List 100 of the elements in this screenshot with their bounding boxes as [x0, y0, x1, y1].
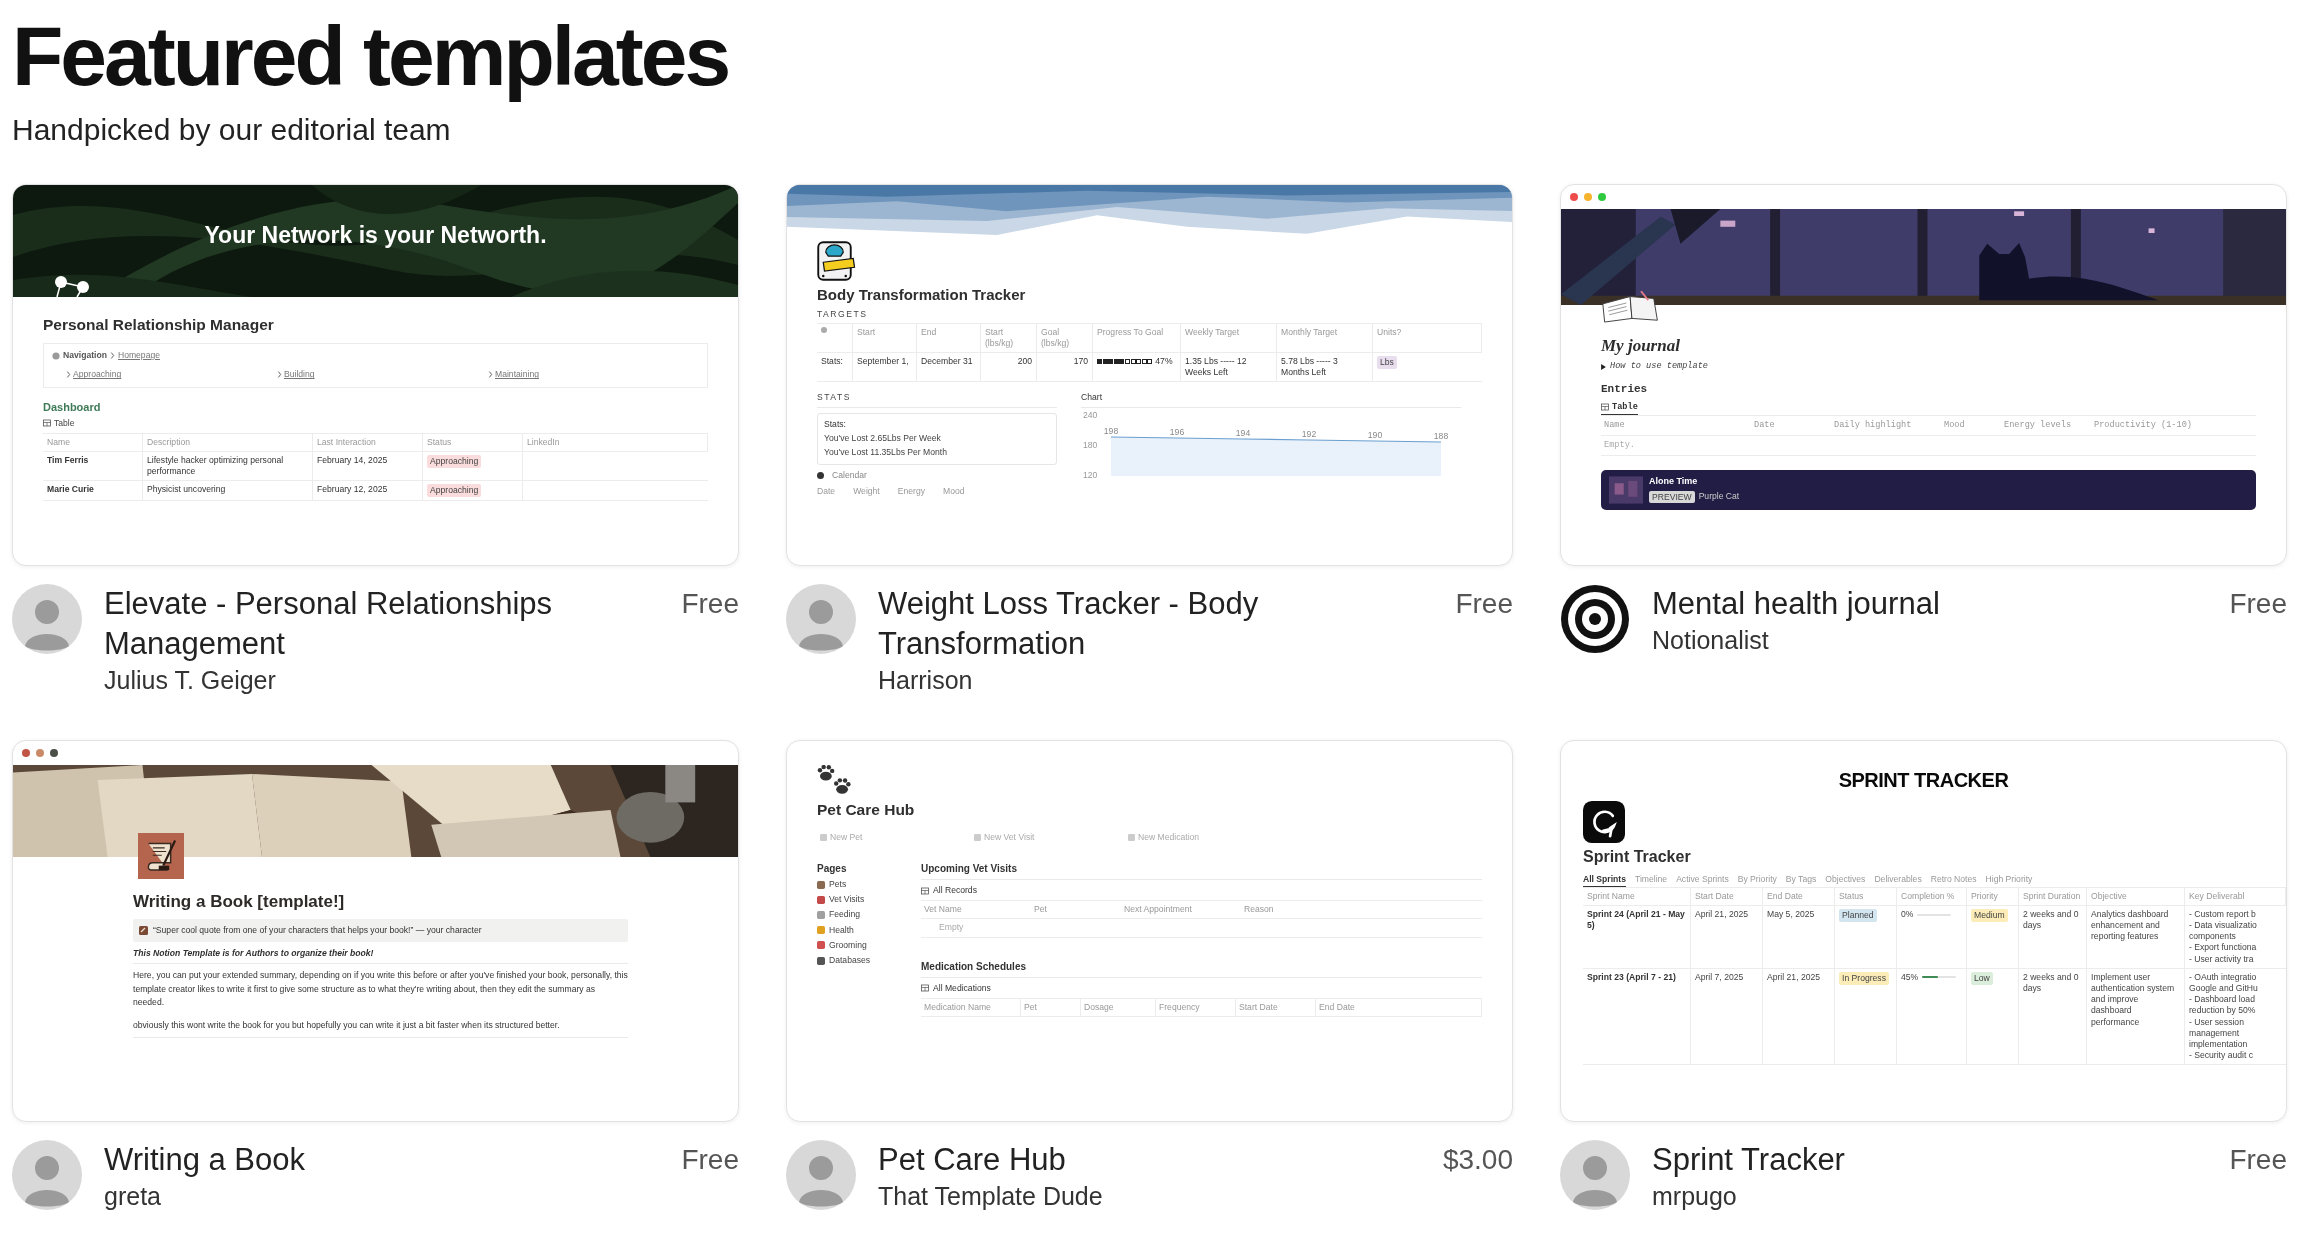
page-link[interactable]: Pets [829, 879, 847, 891]
artist-name: Purple Cat [1698, 491, 1740, 503]
page-title: Body Transformation Tracker [817, 285, 1026, 305]
priority-tag: Medium [1971, 908, 2008, 922]
nav-link[interactable]: Maintaining [495, 369, 539, 381]
view-tab[interactable]: All Records [933, 885, 977, 897]
scale-icon [817, 241, 857, 281]
table-cell-text: Lifestyle hacker optimizing personal performance [147, 455, 285, 478]
column-header: Start Date [1239, 1001, 1278, 1013]
table-cell-text: Implement user authentication system and improve dashboard performance [2091, 971, 2176, 1028]
view-tab[interactable]: All Medications [933, 982, 991, 994]
template-name[interactable]: Sprint Tracker [1652, 1140, 1845, 1180]
table-icon [921, 886, 929, 895]
column-header: Energy [897, 486, 925, 498]
page-link[interactable]: Vet Visits [829, 894, 865, 906]
author-name[interactable]: mrpugo [1652, 1180, 1737, 1212]
column-header: Units? [1377, 326, 1402, 338]
author-name[interactable]: Julius T. Geiger [104, 664, 276, 696]
avatar [1560, 1140, 1630, 1210]
preview-badge: PREVIEW [1649, 490, 1695, 504]
nav-link[interactable]: Homepage [117, 350, 160, 362]
table-cell: Stats: [821, 356, 843, 368]
button-icon [820, 833, 827, 841]
page-title: Featured templates [12, 10, 729, 102]
deliverable-line: implementation [2189, 1038, 2248, 1051]
column-header: Weight [853, 486, 880, 498]
column-header: End [921, 326, 937, 338]
table-cell: Physicist uncovering [147, 484, 226, 496]
nav-link[interactable]: Building [284, 369, 315, 381]
price: Free [681, 587, 739, 621]
author-name[interactable]: Harrison [878, 664, 973, 696]
table-cell: February 12, 2025 [317, 484, 388, 496]
template-preview[interactable]: My journal How to use template Entries Table Name Date Daily highlight Mood Energy levels Productivity (1-10) Empty. Alone Time PREVIEW Purple Cat [1560, 184, 2287, 566]
section-heading: Medication Schedules [921, 959, 1028, 973]
deliverable-line: Google and GitHu [2189, 983, 2258, 995]
column-header: Sprint Name [1587, 890, 1635, 902]
column-header: Start (lbs/kg) [985, 326, 1015, 349]
section-heading: Dashboard [43, 400, 101, 415]
page-link[interactable]: Feeding [829, 909, 861, 921]
page-link[interactable]: Health [829, 924, 854, 936]
column-header: End Date [1767, 890, 1803, 902]
template-preview[interactable] [12, 184, 739, 566]
deliverable-line: - Export functiona [2189, 942, 2257, 954]
section-heading: Entries [1601, 382, 1648, 397]
table-cell: September 1, [857, 356, 909, 368]
column-header: Medication Name [924, 1001, 991, 1013]
table-cell: 200 [1017, 356, 1032, 368]
empty-label: Empty. [1604, 439, 1635, 451]
section-label: TARGETS [817, 308, 868, 320]
table-cell-text: 2 weeks and 0 days [2023, 971, 2080, 995]
column-header: Last Interaction [317, 436, 376, 449]
view-tab[interactable]: Calendar [832, 470, 867, 482]
album-art [1609, 475, 1643, 504]
deliverable-line: - User session [2189, 1016, 2244, 1028]
app-logo [1583, 801, 1625, 843]
column-header: Objective [2091, 890, 2127, 902]
table-cell: May 5, 2025 [1767, 908, 1815, 921]
page-title: Personal Relationship Manager [43, 315, 274, 335]
view-tab[interactable]: Table [54, 417, 75, 429]
template-name[interactable]: Writing a Book [104, 1140, 305, 1180]
page-link[interactable]: Databases [829, 955, 871, 967]
toggle-label[interactable]: How to use template [1610, 361, 1708, 373]
author-name[interactable]: That Template Dude [878, 1180, 1103, 1212]
template-name[interactable]: Mental health journal [1652, 584, 1940, 624]
author-name[interactable]: Notionalist [1652, 624, 1769, 656]
column-header: Mood [943, 486, 965, 498]
column-header: Date [817, 486, 836, 498]
template-preview[interactable] [12, 740, 739, 1122]
table-icon [1601, 402, 1609, 411]
nav-link[interactable]: Approaching [73, 369, 122, 381]
status-icon [821, 326, 827, 333]
page-link[interactable]: Grooming [829, 939, 867, 951]
view-tab[interactable]: Table [1601, 401, 1638, 415]
data-label: 192 [1301, 428, 1317, 439]
scroll-quill-icon [138, 833, 184, 879]
column-header: End Date [1319, 1001, 1355, 1013]
table-cell: Sprint 23 (April 7 - 21) [1587, 971, 1676, 983]
column-header: Status [427, 436, 452, 449]
column-header: Progress To Goal [1097, 326, 1164, 338]
pages-heading: Pages [817, 862, 847, 876]
data-label: 190 [1367, 429, 1383, 440]
column-header: Pet [1024, 1001, 1037, 1013]
avatar [786, 584, 856, 654]
template-name[interactable]: Elevate - Personal Relationships Management [104, 584, 660, 664]
column-header: Priority [1971, 890, 1998, 902]
progress-reading: 47% [1155, 356, 1173, 368]
data-label: 198 [1103, 425, 1119, 436]
table-cell-text: 5.78 Lbs ----- 3 Months Left [1281, 356, 1339, 379]
data-label: 196 [1169, 426, 1185, 437]
template-name[interactable]: Pet Care Hub [878, 1140, 1066, 1180]
column-header: Vet Name [924, 904, 962, 916]
section-label: STATS [817, 392, 851, 404]
template-name[interactable]: Weight Loss Tracker - Body Transformation [878, 584, 1434, 664]
price: Free [2229, 587, 2287, 621]
banner-heading: SPRINT TRACKER [1838, 768, 2009, 793]
table-cell-text: Analytics dashboard enhancement and reporting features [2091, 908, 2170, 943]
author-name[interactable]: greta [104, 1180, 161, 1212]
avatar [786, 1140, 856, 1210]
deliverable-line: management [2189, 1027, 2240, 1039]
view-tab[interactable]: All Sprints [1583, 873, 1626, 887]
